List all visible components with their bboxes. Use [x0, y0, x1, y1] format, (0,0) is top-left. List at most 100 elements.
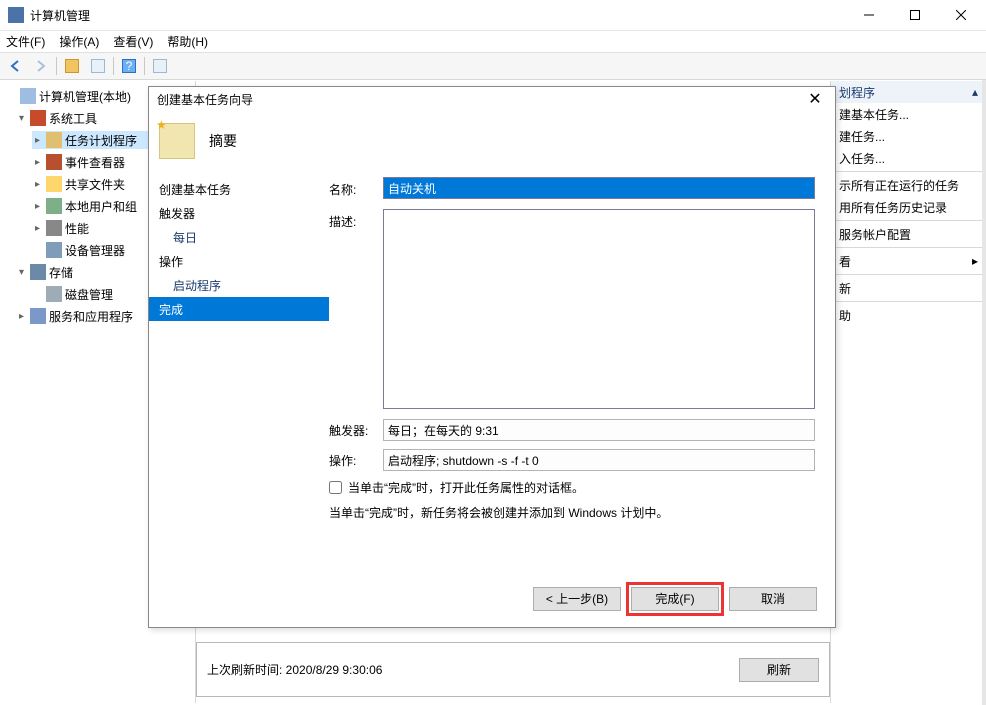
step-daily[interactable]: 每日: [149, 225, 329, 249]
app-icon: [8, 7, 24, 23]
tree-services-apps[interactable]: 服务和应用程序: [49, 308, 133, 325]
expand-icon[interactable]: ▾: [16, 113, 27, 124]
action-refresh[interactable]: 新: [831, 277, 986, 299]
separator: [831, 247, 986, 248]
step-trigger[interactable]: 触发器: [149, 201, 329, 225]
help-icon[interactable]: ?: [118, 55, 140, 77]
wizard-dialog: 创建基本任务向导 ✕ 摘要 创建基本任务 触发器 每日 操作 启动程序 完成 名…: [148, 86, 836, 628]
action-label: 操作:: [329, 452, 383, 469]
expand-icon[interactable]: [6, 91, 17, 102]
separator: [831, 220, 986, 221]
dialog-close-button[interactable]: ✕: [803, 87, 827, 111]
scrollbar[interactable]: [982, 80, 986, 705]
folder-icon: [46, 176, 62, 192]
cancel-button[interactable]: 取消: [729, 587, 817, 611]
window-title: 计算机管理: [30, 7, 846, 24]
open-properties-checkbox[interactable]: [329, 481, 342, 494]
toolbar-icon-2[interactable]: [87, 55, 109, 77]
separator: [831, 301, 986, 302]
storage-icon: [30, 264, 46, 280]
separator: [831, 274, 986, 275]
menu-bar: 文件(F) 操作(A) 查看(V) 帮助(H): [0, 30, 986, 52]
step-create[interactable]: 创建基本任务: [149, 177, 329, 201]
info-text: 当单击“完成”时，新任务将会被创建并添加到 Windows 计划中。: [329, 504, 815, 521]
users-icon: [46, 198, 62, 214]
dialog-title: 创建基本任务向导: [157, 91, 253, 108]
step-finish[interactable]: 完成: [149, 297, 329, 321]
tree-system-tools[interactable]: 系统工具: [49, 110, 97, 127]
action-value: [383, 449, 815, 471]
expand-icon[interactable]: ▸: [32, 157, 43, 168]
separator: [831, 171, 986, 172]
action-create-task[interactable]: 建任务...: [831, 125, 986, 147]
trigger-value: [383, 419, 815, 441]
maximize-button[interactable]: [892, 0, 938, 30]
action-enable-history[interactable]: 用所有任务历史记录: [831, 196, 986, 218]
wizard-form: 名称: 描述: 触发器: 操作: 当单击“完成”时，打开此任务属性的对话框。 当…: [329, 171, 835, 571]
perf-icon: [46, 220, 62, 236]
name-label: 名称:: [329, 177, 383, 198]
services-icon: [30, 308, 46, 324]
tree-root[interactable]: 计算机管理(本地): [39, 88, 131, 105]
computer-icon: [20, 88, 36, 104]
back-button[interactable]: [4, 55, 26, 77]
window-titlebar: 计算机管理: [0, 0, 986, 30]
dialog-heading: 摘要: [209, 131, 237, 151]
desc-textarea[interactable]: [383, 209, 815, 409]
status-box: 上次刷新时间: 2020/8/29 9:30:06 刷新: [196, 642, 830, 697]
tree-shared-folders[interactable]: 共享文件夹: [65, 176, 125, 193]
actions-header: 划程序▴: [831, 81, 986, 103]
wizard-icon: [159, 123, 195, 159]
action-help[interactable]: 助: [831, 304, 986, 326]
menu-view[interactable]: 查看(V): [113, 33, 153, 50]
expand-icon[interactable]: ▸: [32, 223, 43, 234]
menu-help[interactable]: 帮助(H): [167, 33, 208, 50]
tools-icon: [30, 110, 46, 126]
finish-button[interactable]: 完成(F): [631, 587, 719, 611]
last-refresh-label: 上次刷新时间: 2020/8/29 9:30:06: [207, 661, 382, 678]
tree-disk-mgmt[interactable]: 磁盘管理: [65, 286, 113, 303]
name-input[interactable]: [383, 177, 815, 199]
expand-icon[interactable]: ▸: [32, 135, 43, 146]
expand-icon[interactable]: ▸: [16, 311, 27, 322]
device-icon: [46, 242, 62, 258]
tree-local-users[interactable]: 本地用户和组: [65, 198, 137, 215]
action-view[interactable]: 看▸: [831, 250, 986, 272]
toolbar: ?: [0, 52, 986, 80]
toolbar-icon-1[interactable]: [61, 55, 83, 77]
tree-performance[interactable]: 性能: [65, 220, 89, 237]
dialog-header: 摘要: [149, 111, 835, 171]
action-create-basic-task[interactable]: 建基本任务...: [831, 103, 986, 125]
trigger-label: 触发器:: [329, 422, 383, 439]
checkbox-label: 当单击“完成”时，打开此任务属性的对话框。: [348, 479, 584, 496]
expand-icon[interactable]: ▸: [32, 179, 43, 190]
tree-device-manager[interactable]: 设备管理器: [65, 242, 125, 259]
tree-storage[interactable]: 存储: [49, 264, 73, 281]
dialog-footer: < 上一步(B) 完成(F) 取消: [149, 571, 835, 626]
forward-button[interactable]: [30, 55, 52, 77]
action-at-account[interactable]: 服务帐户配置: [831, 223, 986, 245]
refresh-button[interactable]: 刷新: [739, 658, 819, 682]
action-import-task[interactable]: 入任务...: [831, 147, 986, 169]
event-icon: [46, 154, 62, 170]
close-button[interactable]: [938, 0, 984, 30]
tree-task-scheduler[interactable]: 任务计划程序: [65, 132, 137, 149]
caret-up-icon[interactable]: ▴: [972, 85, 978, 99]
step-start-program[interactable]: 启动程序: [149, 273, 329, 297]
tree-event-viewer[interactable]: 事件查看器: [65, 154, 125, 171]
menu-action[interactable]: 操作(A): [59, 33, 99, 50]
wizard-steps: 创建基本任务 触发器 每日 操作 启动程序 完成: [149, 171, 329, 571]
expand-icon[interactable]: ▸: [32, 201, 43, 212]
expand-icon[interactable]: ▾: [16, 267, 27, 278]
clock-icon: [46, 132, 62, 148]
minimize-button[interactable]: [846, 0, 892, 30]
step-action[interactable]: 操作: [149, 249, 329, 273]
dialog-titlebar: 创建基本任务向导 ✕: [149, 87, 835, 111]
menu-file[interactable]: 文件(F): [6, 33, 45, 50]
actions-pane: 划程序▴ 建基本任务... 建任务... 入任务... 示所有正在运行的任务 用…: [830, 81, 986, 703]
back-button[interactable]: < 上一步(B): [533, 587, 621, 611]
desc-label: 描述:: [329, 209, 383, 230]
action-show-running[interactable]: 示所有正在运行的任务: [831, 174, 986, 196]
toolbar-icon-3[interactable]: [149, 55, 171, 77]
disk-icon: [46, 286, 62, 302]
